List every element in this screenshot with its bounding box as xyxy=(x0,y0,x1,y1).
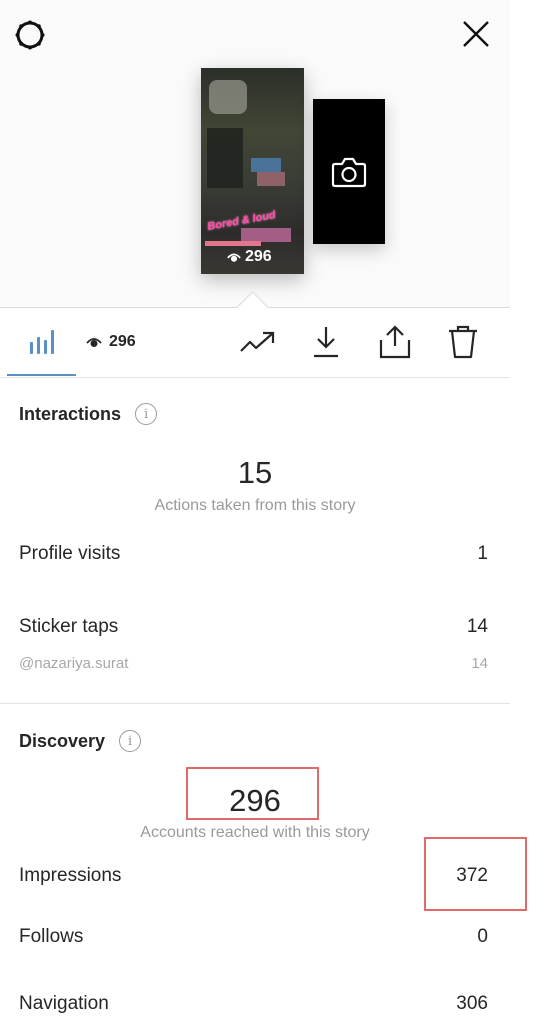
thumbnail-photo-detail xyxy=(207,128,243,188)
story-insights-screen: Bored & loud 296 296 Interactions i 15 A… xyxy=(0,0,527,1024)
viewers-count: 296 xyxy=(109,332,136,350)
camera-icon xyxy=(331,157,367,187)
close-icon xyxy=(463,21,489,47)
eye-icon xyxy=(227,253,241,262)
discovery-total: 296 xyxy=(229,783,281,818)
mention-handle[interactable]: @nazariya.surat xyxy=(19,655,128,672)
info-icon[interactable]: i xyxy=(119,730,142,752)
discovery-title: Discovery xyxy=(19,730,106,751)
bar-chart-icon xyxy=(29,329,54,354)
metric-row-navigation: Navigation 306 xyxy=(19,993,488,1015)
current-story-thumbnail[interactable]: Bored & loud 296 xyxy=(201,68,304,274)
promote-button[interactable] xyxy=(238,324,278,360)
story-preview-area: Bored & loud 296 xyxy=(0,0,510,324)
thumbnail-view-count-value: 296 xyxy=(245,248,272,265)
metric-label: Follows xyxy=(19,926,84,947)
thumbnail-photo-detail xyxy=(241,228,291,242)
metric-value: 14 xyxy=(471,655,488,672)
thumbnail-view-count: 296 xyxy=(227,248,272,266)
eye-icon xyxy=(86,337,102,347)
metric-value: 306 xyxy=(456,993,488,1014)
interactions-title: Interactions xyxy=(19,403,122,424)
share-icon xyxy=(379,325,411,359)
metric-row-sticker-taps: Sticker taps 14 xyxy=(19,616,488,638)
discovery-section-header: Discovery i xyxy=(19,730,142,752)
interactions-total: 15 xyxy=(237,455,273,490)
tab-viewers[interactable]: 296 xyxy=(86,308,136,375)
metric-value: 372 xyxy=(456,865,488,886)
metric-label: Profile visits xyxy=(19,543,121,564)
metric-row-follows: Follows 0 xyxy=(19,926,488,948)
download-button[interactable] xyxy=(306,324,346,360)
thumbnail-photo-detail xyxy=(251,158,281,172)
download-icon xyxy=(314,327,338,358)
trash-icon xyxy=(449,325,477,359)
story-mention-sticker xyxy=(205,241,261,246)
settings-button[interactable] xyxy=(10,15,50,55)
metric-row-impressions: Impressions 372 xyxy=(19,865,488,887)
metric-label: Impressions xyxy=(19,865,122,886)
thumbnail-photo-detail xyxy=(209,80,247,114)
info-icon[interactable]: i xyxy=(135,403,158,425)
story-toolbar: 296 xyxy=(0,308,510,378)
metric-label: Navigation xyxy=(19,993,109,1014)
close-button[interactable] xyxy=(456,14,496,54)
share-button[interactable] xyxy=(375,324,415,360)
section-divider xyxy=(0,703,510,704)
metric-value: 0 xyxy=(477,926,488,947)
interactions-caption: Actions taken from this story xyxy=(154,497,356,514)
next-story-thumbnail[interactable] xyxy=(313,99,385,244)
active-tab-indicator xyxy=(7,374,76,376)
metric-value: 14 xyxy=(466,616,488,637)
metric-value: 1 xyxy=(477,543,488,564)
trending-up-icon xyxy=(240,331,275,352)
metric-row-profile-visits: Profile visits 1 xyxy=(19,543,488,565)
metric-label: Sticker taps xyxy=(19,616,119,637)
interactions-section-header: Interactions i xyxy=(19,403,158,425)
thumbnail-photo-detail xyxy=(257,172,285,186)
tab-insights[interactable] xyxy=(7,308,76,376)
delete-button[interactable] xyxy=(443,324,483,360)
metric-subrow-mention: @nazariya.surat 14 xyxy=(19,655,488,672)
settings-gear-icon xyxy=(15,20,45,50)
discovery-caption: Accounts reached with this story xyxy=(140,824,370,841)
